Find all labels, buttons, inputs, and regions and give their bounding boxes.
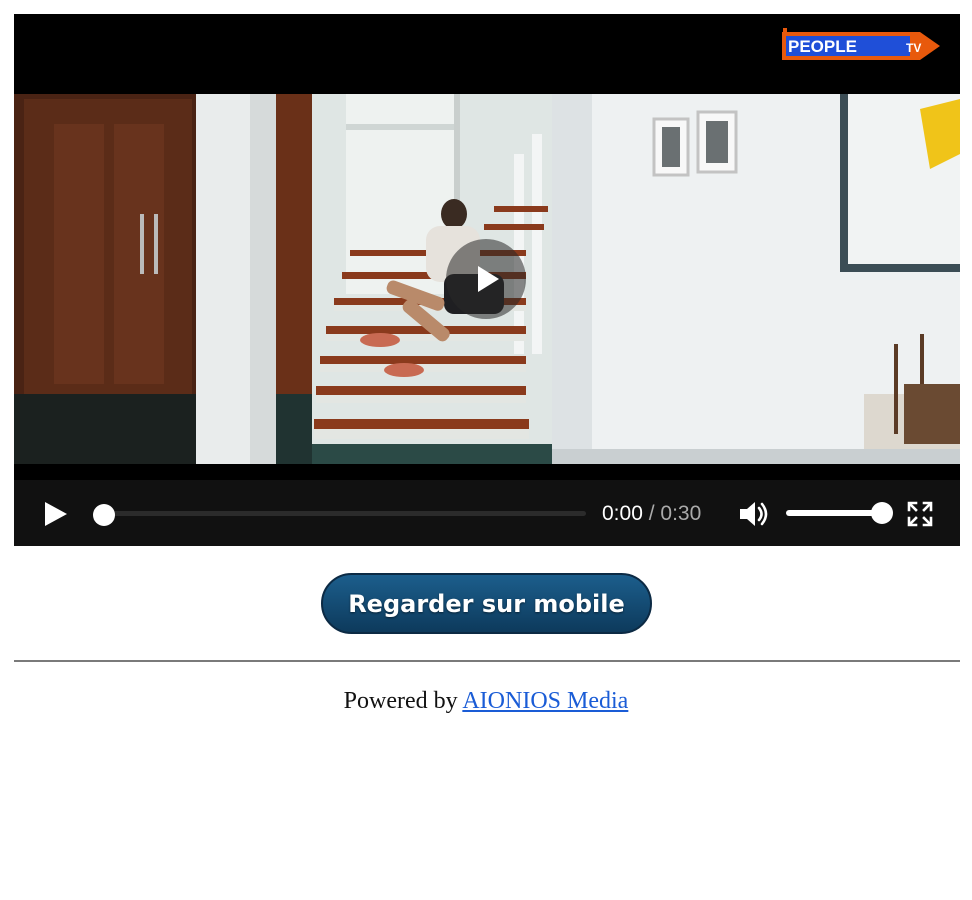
volume-handle[interactable] xyxy=(871,502,893,524)
play-icon xyxy=(45,502,67,526)
play-button[interactable] xyxy=(40,499,70,529)
fullscreen-icon xyxy=(907,501,933,527)
svg-text:TV: TV xyxy=(906,41,921,55)
aionios-media-link[interactable]: AIONIOS Media xyxy=(462,688,628,714)
current-time: 0:00 xyxy=(602,502,643,525)
video-frame[interactable]: PEOPLE TV xyxy=(14,14,960,480)
watch-on-mobile-label: Regarder sur mobile xyxy=(348,589,625,618)
duration: 0:30 xyxy=(660,502,702,525)
big-play-button[interactable] xyxy=(446,239,526,319)
time-display: 0:00 / 0:30 xyxy=(602,500,701,528)
time-separator: / xyxy=(648,502,655,525)
player-controls: 0:00 / 0:30 xyxy=(14,480,960,546)
powered-by-footer: Powered by AIONIOS Media xyxy=(0,688,972,715)
divider xyxy=(14,660,960,662)
svg-text:PEOPLE: PEOPLE xyxy=(788,37,857,56)
fullscreen-button[interactable] xyxy=(906,500,934,528)
play-icon xyxy=(478,266,499,292)
powered-by-text: Powered by xyxy=(343,688,458,714)
progress-bar[interactable] xyxy=(93,504,586,526)
watch-on-mobile-button[interactable]: Regarder sur mobile xyxy=(321,573,652,634)
progress-handle[interactable] xyxy=(93,504,115,526)
video-player[interactable]: PEOPLE TV 0:00 / 0:30 xyxy=(14,14,960,546)
channel-logo: PEOPLE TV xyxy=(780,28,942,64)
volume-icon xyxy=(740,502,768,526)
volume-slider[interactable] xyxy=(786,502,893,524)
mute-button[interactable] xyxy=(738,499,770,529)
